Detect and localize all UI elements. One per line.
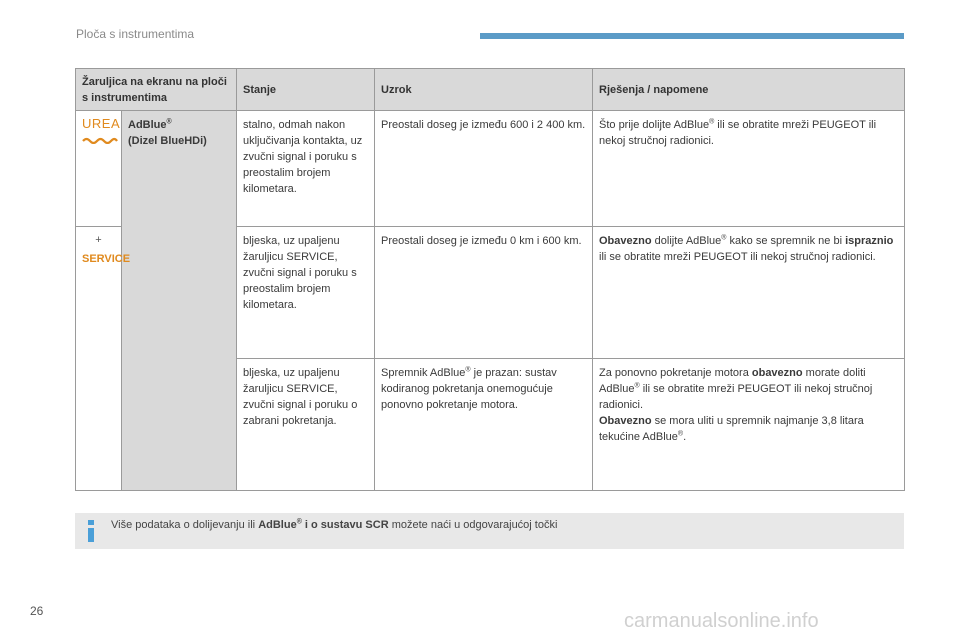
registered-mark: ® [166, 118, 172, 126]
cause-cell: Preostali doseg je između 0 km i 600 km. [374, 226, 593, 359]
state-cell: bljeska, uz upaljenu žaruljicu SERVICE, … [236, 226, 375, 359]
column-header-state: Stanje [236, 68, 375, 111]
solution-text: ili se obratite mreži PEUGEOT ili nekoj … [599, 251, 876, 263]
warning-lamp-table: Žaruljica na ekranu na ploči s instrumen… [75, 68, 905, 491]
chapter-accent-bar [480, 33, 904, 39]
solution-text: kako se spremnik ne bi [726, 235, 846, 247]
page-number: 26 [30, 604, 44, 618]
solution-cell: Obavezno dolijte AdBlue® kako se spremni… [592, 226, 905, 359]
solution-cell: Što prije dolijte AdBlue® ili se obratit… [592, 110, 905, 227]
solution-text: ili se obratite mreži PEUGEOT ili nekoj … [599, 383, 873, 411]
urea-icon-label: UREA [82, 116, 121, 131]
lamp-name-cell: AdBlue® (Dizel BlueHDi) [121, 110, 237, 491]
column-header-solution: Rješenja / napomene [592, 68, 905, 111]
info-text: Više podataka o dolijevanju ili AdBlue® … [111, 518, 558, 531]
lamp-name-sub: (Dizel BlueHDi) [128, 135, 207, 147]
lamp-icon-cell: + SERVICE [75, 226, 131, 491]
state-cell: stalno, odmah nakon uključivanja kontakt… [236, 110, 375, 227]
solution-text: dolijte AdBlue [651, 235, 722, 247]
table-header-row: Žaruljica na ekranu na ploči s instrumen… [75, 68, 905, 111]
chapter-title: Ploča s instrumentima [76, 27, 195, 41]
column-header-cause: Uzrok [374, 68, 593, 111]
state-cell: bljeska, uz upaljenu žaruljicu SERVICE, … [236, 358, 375, 491]
urea-warning-icon: UREA [82, 117, 120, 149]
cause-cell: Preostali doseg je između 600 i 2 400 km… [374, 110, 593, 227]
plus-sign: + [95, 234, 102, 246]
service-warning-icon: SERVICE [82, 253, 131, 265]
fluid-wave-icon [82, 137, 118, 145]
solution-text: Što prije dolijte AdBlue [599, 119, 710, 131]
column-header-lamp: Žaruljica na ekranu na ploči s instrumen… [75, 68, 237, 111]
table-row: UREA AdBlue® (Dizel BlueHDi) stalno, odm… [75, 110, 905, 491]
info-note: Više podataka o dolijevanju ili AdBlue® … [75, 513, 904, 549]
emphasis-text: obavezno [751, 367, 803, 379]
solution-cell: Za ponovno pokretanje motora obavezno mo… [592, 358, 905, 491]
solution-text: . [683, 431, 687, 443]
emphasis-text: Obavezno [599, 415, 652, 427]
solution-text: Za ponovno pokretanje motora [599, 367, 752, 379]
lamp-icon-cell: UREA [75, 110, 122, 227]
lamp-name: AdBlue [128, 119, 167, 131]
info-icon [85, 520, 97, 542]
cause-text: Spremnik AdBlue [381, 367, 466, 379]
emphasis-text: Obavezno [599, 235, 652, 247]
emphasis-text: ispraznio [845, 235, 894, 247]
cause-cell: Spremnik AdBlue® je prazan: sustav kodir… [374, 358, 593, 491]
watermark: carmanualsonline.info [624, 610, 819, 632]
